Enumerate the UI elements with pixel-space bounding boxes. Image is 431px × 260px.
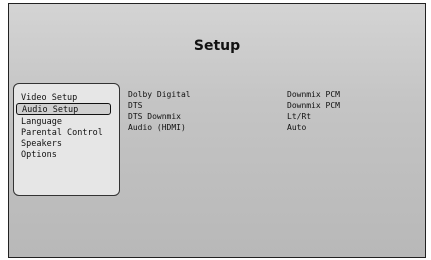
setting-dts-label[interactable]: DTS	[128, 100, 142, 111]
page-title: Setup	[193, 38, 241, 54]
setting-audio-hdmi-value[interactable]: Auto	[287, 122, 306, 133]
menu-item-options[interactable]: Options	[21, 149, 57, 161]
setting-dts-downmix-label[interactable]: DTS Downmix	[128, 111, 181, 122]
setting-audio-hdmi-label[interactable]: Audio (HDMI)	[128, 122, 186, 133]
setting-dolby-digital-label[interactable]: Dolby Digital	[128, 89, 191, 100]
menu-item-audio-setup[interactable]: Audio Setup	[16, 103, 111, 115]
setup-menu: Video Setup Audio Setup Language Parenta…	[13, 83, 120, 196]
setup-screen: Setup Video Setup Audio Setup Language P…	[8, 3, 426, 258]
setting-dolby-digital-value[interactable]: Downmix PCM	[287, 89, 340, 100]
setting-dts-value[interactable]: Downmix PCM	[287, 100, 340, 111]
setting-dts-downmix-value[interactable]: Lt/Rt	[287, 111, 311, 122]
